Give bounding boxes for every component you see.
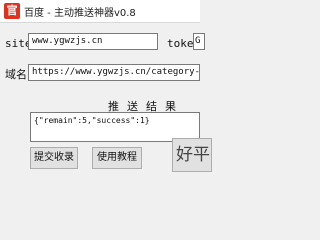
submit-button[interactable]: 提交收录 bbox=[30, 147, 78, 169]
domain-label: 域名 bbox=[5, 68, 27, 81]
rating-button[interactable]: 好平 bbox=[172, 138, 212, 172]
tutorial-button[interactable]: 使用教程 bbox=[92, 147, 142, 169]
domain-input[interactable]: https://www.ygwzjs.cn/category-3.html bbox=[28, 64, 200, 81]
window-title: 百度 - 主动推送神器v0.8 bbox=[24, 8, 136, 19]
token-input[interactable]: G bbox=[193, 33, 205, 50]
app-icon: 官 bbox=[4, 3, 20, 19]
title-bar: 官 百度 - 主动推送神器v0.8 bbox=[0, 0, 200, 23]
site-input[interactable]: www.ygwzjs.cn bbox=[28, 33, 158, 50]
